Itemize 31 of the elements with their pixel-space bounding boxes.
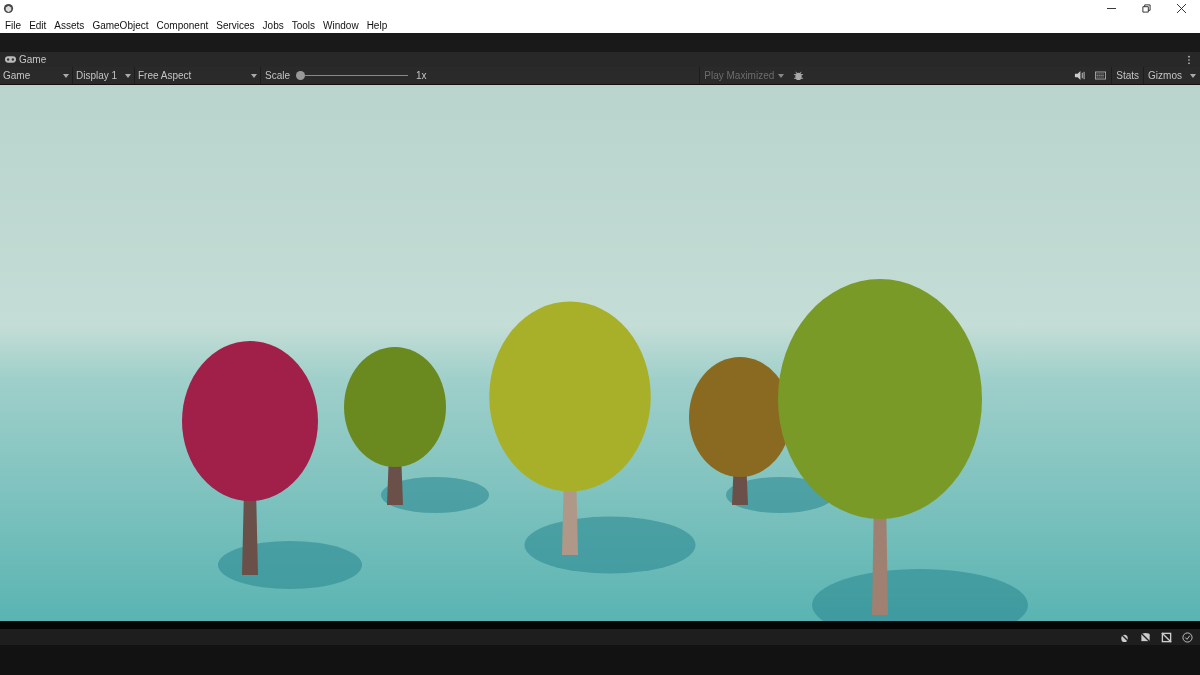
caret-icon (125, 73, 131, 78)
display-dropdown[interactable]: Display 1 (73, 67, 135, 84)
more-options-icon[interactable] (1187, 54, 1191, 65)
menu-item[interactable]: Tools (291, 19, 316, 31)
caret-icon (778, 73, 785, 78)
keyboard-icon[interactable] (1095, 70, 1107, 81)
game-tab[interactable]: Game (5, 54, 47, 65)
menu-item[interactable]: GameObject (92, 19, 149, 31)
speaker-icon[interactable] (1074, 70, 1086, 81)
checkmark-icon[interactable] (1182, 631, 1193, 643)
caret-icon (1190, 73, 1196, 78)
view-dropdown[interactable]: Game (0, 67, 73, 84)
restore-icon[interactable] (1142, 4, 1151, 13)
app-logo-icon (3, 3, 14, 14)
scale-label: Scale (264, 70, 291, 81)
close-icon[interactable] (1177, 4, 1186, 13)
menu-item[interactable]: Component (156, 19, 209, 31)
gamepad-icon (5, 56, 16, 63)
caret-icon (63, 73, 69, 78)
scale-reading: 1x (415, 70, 428, 81)
menu-item[interactable]: Assets (54, 19, 85, 31)
menu-item[interactable]: Window (323, 19, 359, 31)
stats-button[interactable]: Stats (1111, 67, 1144, 84)
aspect-dropdown[interactable]: Free Aspect (135, 67, 261, 84)
menu-item[interactable]: File (5, 19, 22, 31)
gizmos-dropdown[interactable]: Gizmos (1143, 67, 1200, 84)
caret-icon (251, 73, 257, 78)
menu-item[interactable]: Services (216, 19, 255, 31)
menu-item[interactable]: Edit (29, 19, 47, 31)
menu-item[interactable]: Help (366, 19, 388, 31)
menu-item[interactable]: Jobs (262, 19, 284, 31)
